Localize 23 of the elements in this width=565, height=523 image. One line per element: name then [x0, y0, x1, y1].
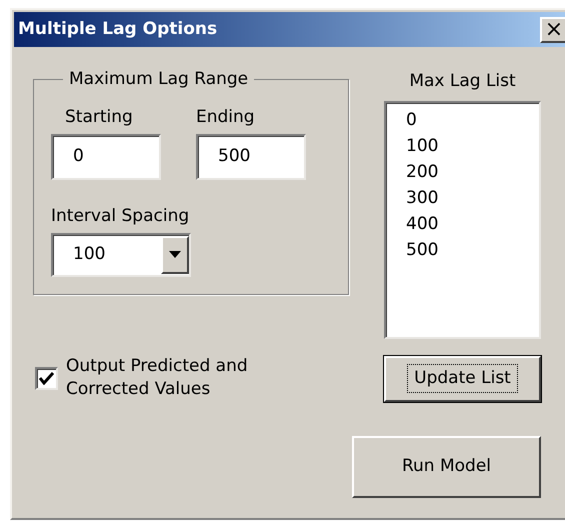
- close-button[interactable]: ×: [540, 16, 565, 42]
- checkbox-label: Output Predicted and Corrected Values: [66, 355, 249, 401]
- run-model-button[interactable]: Run Model: [352, 436, 541, 498]
- lag-listbox[interactable]: 0 100 200 300 400 500: [384, 100, 541, 338]
- field-label: Ending: [196, 106, 256, 128]
- list-label: Max Lag List: [408, 70, 517, 93]
- update-list-button[interactable]: Update List: [384, 356, 541, 402]
- group-legend: Maximum Lag Range: [63, 67, 254, 92]
- list-item[interactable]: 0: [406, 106, 539, 132]
- output-checkbox[interactable]: [35, 366, 58, 390]
- list-item[interactable]: 400: [406, 210, 539, 236]
- interval-dropdown[interactable]: 100: [51, 232, 191, 276]
- caret-icon: [161, 236, 189, 274]
- list-item[interactable]: 300: [406, 184, 539, 210]
- list-item[interactable]: 500: [406, 236, 539, 262]
- field-label: Interval Spacing: [51, 205, 190, 228]
- starting-field[interactable]: 0: [51, 134, 161, 180]
- check-icon: [39, 372, 54, 384]
- list-item[interactable]: 100: [406, 132, 539, 158]
- ending-field[interactable]: 500: [196, 134, 306, 180]
- list-item[interactable]: 200: [406, 158, 539, 184]
- window-title: Multiple Lag Options: [18, 18, 218, 41]
- field-label: Starting: [65, 106, 134, 128]
